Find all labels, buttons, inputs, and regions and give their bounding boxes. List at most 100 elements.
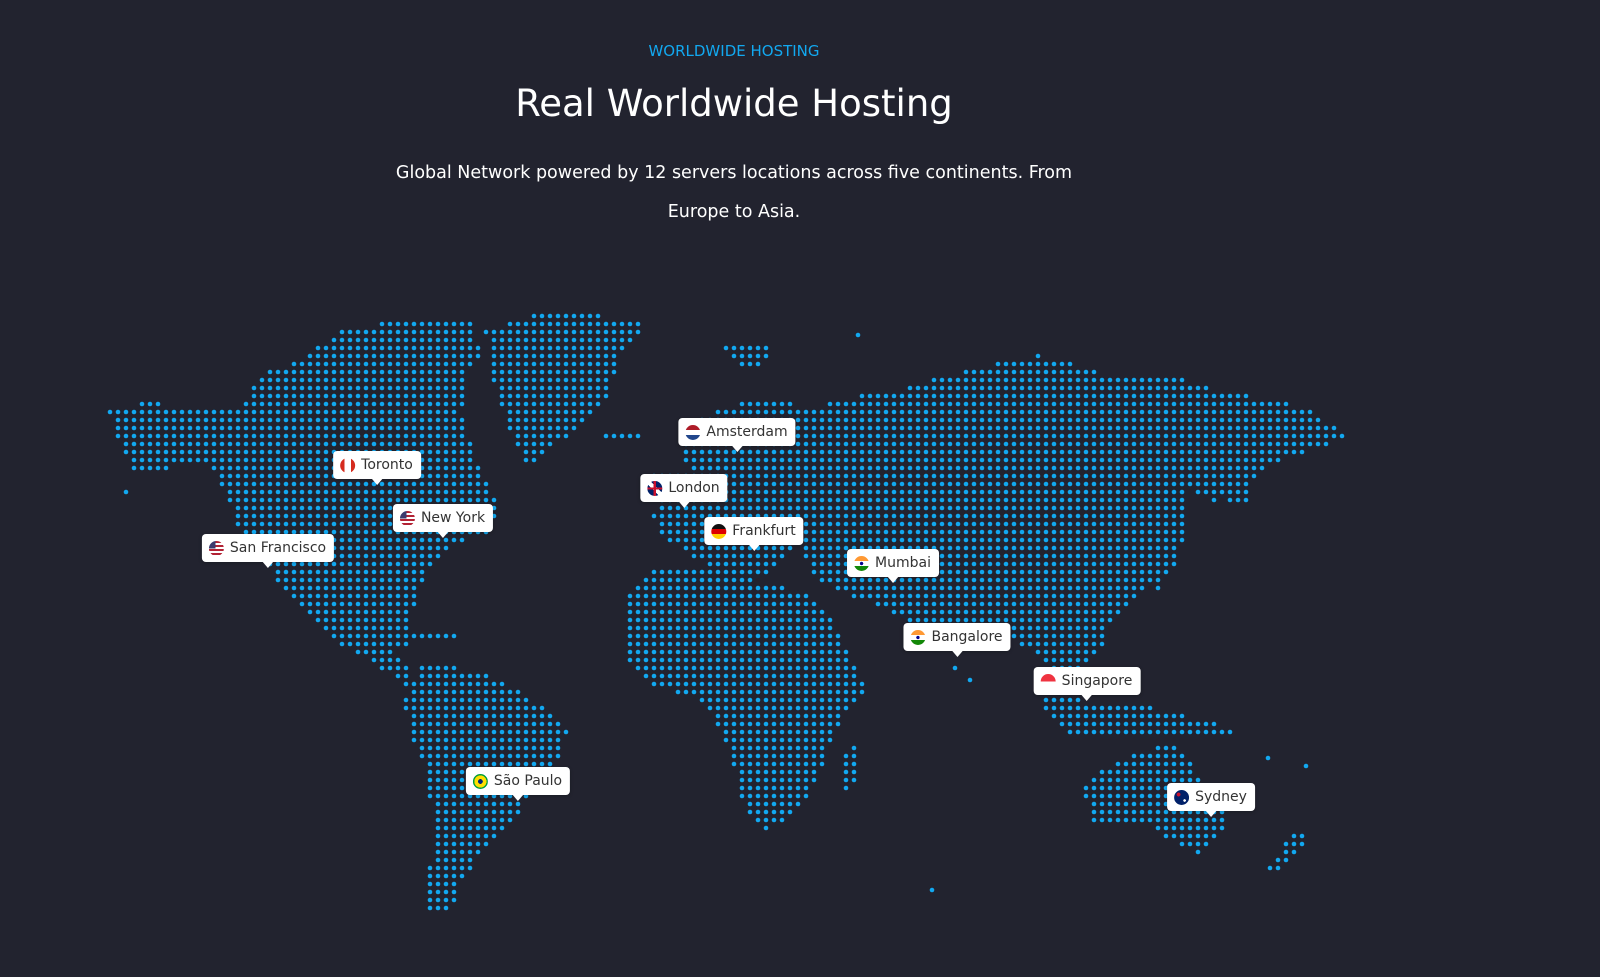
map-dot [1235,457,1241,463]
map-dot [843,457,849,463]
map-dot [1083,457,1089,463]
map-dot [963,441,969,447]
map-dot [1099,505,1105,511]
map-dot [363,561,369,567]
map-dot [211,409,217,415]
map-dot [939,593,945,599]
map-dot [1155,817,1161,823]
map-dot [379,441,385,447]
location-pin-mumbai[interactable]: Mumbai [847,549,939,583]
map-dot [947,377,953,383]
map-dot [219,417,225,423]
map-dot [235,497,241,503]
map-dot [1059,561,1065,567]
map-dot [699,649,705,655]
map-dot [1275,417,1281,423]
map-dot [979,465,985,471]
map-dot [1067,361,1073,367]
map-dot [139,401,145,407]
location-pin-sydney[interactable]: Sydney [1167,783,1255,817]
map-dot [907,513,913,519]
map-dot [347,337,353,343]
map-dot [515,345,521,351]
map-dot [715,697,721,703]
map-dot [363,353,369,359]
map-dot [1299,409,1305,415]
map-dot [715,553,721,559]
map-dot [1003,441,1009,447]
location-pin-toronto[interactable]: Toronto [333,451,421,485]
map-dot [1019,417,1025,423]
map-dot [387,633,393,639]
map-dot [955,601,961,607]
map-dot [459,473,465,479]
map-dot [955,545,961,551]
map-dot [1043,593,1049,599]
location-pin-london[interactable]: London [640,474,728,508]
map-dot [899,425,905,431]
map-dot [1019,361,1025,367]
map-dot [131,433,137,439]
map-dot [507,689,513,695]
map-dot [387,545,393,551]
map-dot [435,433,441,439]
map-dot [979,553,985,559]
map-dot [435,665,441,671]
map-dot [747,753,753,759]
map-dot [1147,505,1153,511]
map-dot [411,497,417,503]
map-dot [1307,441,1313,447]
location-pin-bangalore[interactable]: Bangalore [903,623,1011,657]
map-dot [803,681,809,687]
map-dot [1147,801,1153,807]
map-dot [1139,561,1145,567]
map-dot [139,465,145,471]
map-dot [1203,833,1209,839]
map-dot [683,689,689,695]
map-dot [267,441,273,447]
map-dot [667,665,673,671]
map-dot [963,401,969,407]
map-dot [619,329,625,335]
map-dot [843,761,849,767]
location-pin-san-francisco[interactable]: San Francisco [201,534,335,568]
map-dot [451,689,457,695]
map-dot [699,513,705,519]
map-dot [875,537,881,543]
map-dot [739,409,745,415]
map-dot [323,457,329,463]
map-dot [603,369,609,375]
map-dot [323,569,329,575]
map-dot [339,361,345,367]
map-dot [523,713,529,719]
map-dot [123,425,129,431]
location-pin-sao-paulo[interactable]: São Paulo [465,767,571,801]
map-dot [307,369,313,375]
map-dot [699,697,705,703]
map-dot [1067,489,1073,495]
map-dot [139,433,145,439]
map-dot [395,393,401,399]
map-dot [411,361,417,367]
map-dot [947,521,953,527]
map-dot [603,321,609,327]
location-pin-new-york[interactable]: New York [392,504,494,538]
map-dot [1243,449,1249,455]
map-dot [291,473,297,479]
location-pin-amsterdam[interactable]: Amsterdam [678,418,796,452]
map-dot [699,633,705,639]
map-dot [1155,385,1161,391]
map-dot [667,609,673,615]
map-dot [1083,521,1089,527]
map-dot [259,409,265,415]
location-pin-singapore[interactable]: Singapore [1033,667,1141,701]
map-dot [411,737,417,743]
map-dot [491,345,497,351]
map-dot [1195,721,1201,727]
map-dot [803,689,809,695]
location-pin-frankfurt[interactable]: Frankfurt [704,517,804,551]
map-dot [355,369,361,375]
map-dot [1115,425,1121,431]
map-dot [1283,849,1289,855]
map-dot [547,401,553,407]
